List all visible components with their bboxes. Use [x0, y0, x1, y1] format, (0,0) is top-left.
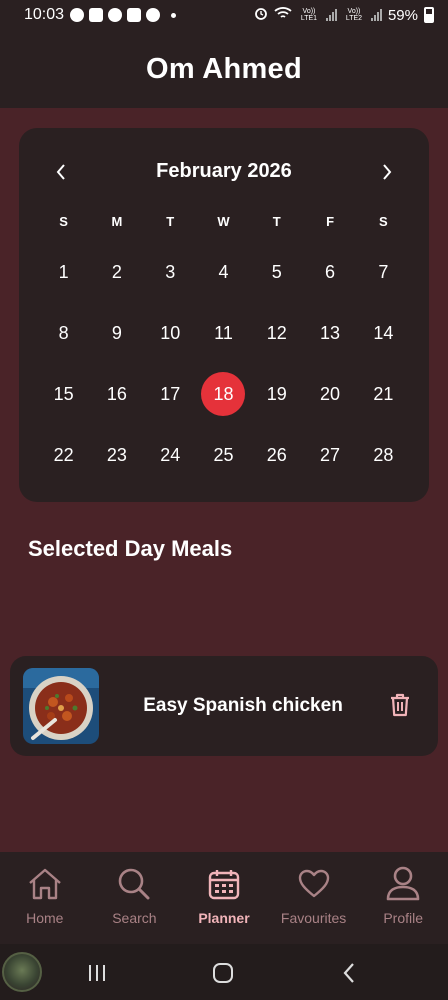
nav-item-planner[interactable]: Planner	[179, 852, 269, 944]
calendar-day[interactable]: 7	[361, 250, 405, 294]
nav-item-home[interactable]: Home	[0, 852, 90, 944]
calendar-day[interactable]: 4	[201, 250, 245, 294]
calendar-day[interactable]: 2	[95, 250, 139, 294]
signal-2-icon	[370, 9, 382, 21]
nav-item-profile[interactable]: Profile	[358, 852, 448, 944]
calendar-day[interactable]: 17	[148, 372, 192, 416]
calendar-day[interactable]: 1	[42, 250, 86, 294]
heart-icon	[296, 866, 332, 902]
calendar-week-2: 8 9 10 11 12 13 14	[37, 311, 410, 355]
system-home-button[interactable]	[208, 958, 238, 988]
calendar-day[interactable]: 3	[148, 250, 192, 294]
nav-label-planner: Planner	[198, 910, 250, 926]
calendar-day[interactable]: 16	[95, 372, 139, 416]
recent-apps-button[interactable]	[82, 958, 112, 988]
section-title-selected-day-meals: Selected Day Meals	[28, 536, 233, 561]
person-icon	[385, 866, 421, 902]
weekday-label: S	[379, 214, 388, 229]
calendar-day[interactable]: 13	[308, 311, 352, 355]
calendar-day[interactable]: 8	[42, 311, 86, 355]
calendar-day[interactable]: 19	[255, 372, 299, 416]
weekday-row: S M T W T F S	[37, 214, 410, 229]
more-notifications-dot-icon	[171, 12, 177, 18]
weekday-label: M	[111, 214, 123, 229]
calendar-month-label: February 2026	[156, 160, 292, 182]
calendar-day[interactable]: 25	[201, 433, 245, 477]
weekday-label: W	[217, 214, 230, 229]
calendar-header: February 2026	[19, 154, 429, 190]
alarm-icon	[254, 6, 268, 24]
status-right: Vo)) LTE1 Vo)) LTE2 59%	[254, 6, 434, 24]
next-month-button[interactable]	[373, 158, 401, 186]
calendar-day[interactable]: 10	[148, 311, 192, 355]
calendar-day[interactable]: 26	[255, 433, 299, 477]
calendar-day[interactable]: 22	[42, 433, 86, 477]
battery-icon	[424, 7, 434, 23]
calendar-card: February 2026 S M T W T F S 1 2 3 4 5 6 …	[19, 128, 429, 502]
calendar-week-3: 15 16 17 18 19 20 21	[37, 372, 410, 416]
meal-card[interactable]: Easy Spanish chicken	[10, 656, 438, 756]
calendar-day[interactable]: 12	[255, 311, 299, 355]
signal-1-icon	[325, 9, 337, 21]
notification-icons	[70, 8, 177, 22]
calendar-day[interactable]: 24	[148, 433, 192, 477]
chevron-right-icon	[383, 164, 392, 180]
paella-dish-image	[23, 668, 99, 744]
calendar-day[interactable]: 11	[201, 311, 245, 355]
message-notification-icon	[108, 8, 123, 22]
home-icon	[27, 866, 63, 902]
calendar-week-4: 22 23 24 25 26 27 28	[37, 433, 410, 477]
nav-label-favourites: Favourites	[280, 910, 347, 926]
status-time: 10:03	[24, 6, 65, 23]
nav-item-search[interactable]: Search	[90, 852, 180, 944]
calendar-day[interactable]: 15	[42, 372, 86, 416]
back-chevron-icon	[343, 963, 354, 983]
calendar-week-1: 1 2 3 4 5 6 7	[37, 250, 410, 294]
meal-name: Easy Spanish chicken	[143, 695, 343, 716]
chat-notification-icon	[70, 8, 85, 22]
calendar-day[interactable]: 27	[308, 433, 352, 477]
calendar-icon	[206, 866, 242, 902]
network-1-label: Vo)) LTE1	[300, 8, 318, 22]
floating-app-badge-icon[interactable]	[2, 952, 42, 992]
weekday-label: F	[326, 214, 335, 229]
weekday-label: T	[272, 214, 281, 229]
calendar-day[interactable]: 6	[308, 250, 352, 294]
page-title: Om Ahmed	[145, 52, 302, 85]
nav-label-home: Home	[26, 910, 64, 926]
wifi-icon	[274, 6, 292, 24]
battery-percent: 59%	[387, 6, 418, 24]
system-back-button[interactable]	[334, 958, 364, 988]
network-2-label: Vo)) LTE2	[345, 8, 363, 22]
nav-label-search: Search	[112, 910, 157, 926]
calendar-day[interactable]: 5	[255, 250, 299, 294]
viber-notification-icon	[146, 8, 161, 22]
weekday-label: T	[166, 214, 175, 229]
status-bar: 10:03 Vo)) LTE1 Vo)) LTE2 59%	[0, 0, 448, 30]
system-navigation-bar	[0, 944, 448, 1000]
calendar-day[interactable]: 28	[361, 433, 405, 477]
trash-icon	[391, 693, 409, 717]
nav-label-profile: Profile	[383, 910, 424, 926]
delete-meal-button[interactable]	[386, 690, 414, 720]
weekday-label: S	[59, 214, 68, 229]
calendar-day[interactable]: 20	[308, 372, 352, 416]
bottom-navigation: Home Search Planner Favourites Profile	[0, 852, 448, 944]
calendar-day[interactable]: 23	[95, 433, 139, 477]
recents-icon	[89, 965, 105, 981]
calendar-day[interactable]: 14	[361, 311, 405, 355]
calendar-day[interactable]: 9	[95, 311, 139, 355]
calendar-day-selected[interactable]: 18	[201, 372, 246, 416]
status-left: 10:03	[24, 6, 177, 24]
gallery-notification-icon	[127, 8, 142, 22]
home-square-icon	[213, 963, 233, 983]
search-icon	[116, 866, 152, 902]
linkedin-notification-icon	[89, 8, 104, 22]
calendar-day[interactable]: 21	[361, 372, 405, 416]
nav-item-favourites[interactable]: Favourites	[269, 852, 359, 944]
app-header: Om Ahmed	[0, 30, 448, 108]
